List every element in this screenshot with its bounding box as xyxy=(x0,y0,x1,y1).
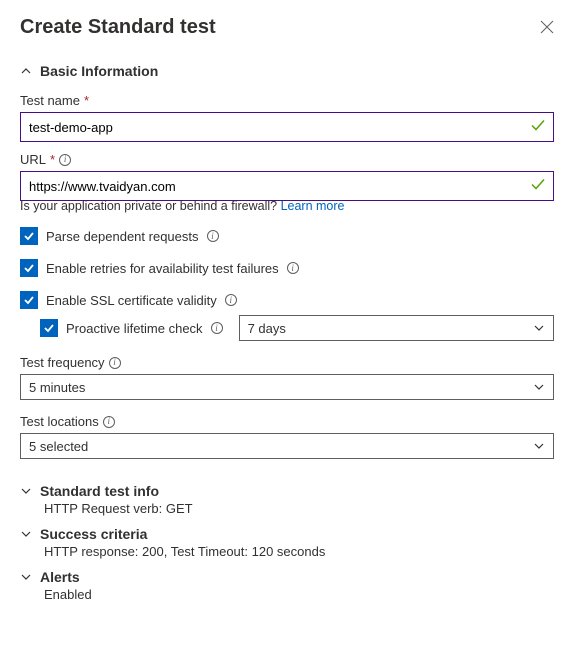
chevron-down-icon xyxy=(533,381,545,393)
section-toggle-alerts[interactable]: Alerts xyxy=(20,569,554,585)
info-icon[interactable]: i xyxy=(211,322,223,334)
test-locations-label: Test locations xyxy=(20,414,99,429)
proactive-check-label: Proactive lifetime check xyxy=(66,321,203,336)
info-icon[interactable]: i xyxy=(103,416,115,428)
firewall-helper-text: Is your application private or behind a … xyxy=(20,199,281,213)
test-name-label: Test name xyxy=(20,93,80,108)
chevron-down-icon xyxy=(20,528,32,540)
url-input[interactable] xyxy=(20,171,554,201)
enable-retries-label: Enable retries for availability test fai… xyxy=(46,261,279,276)
section-toggle-std[interactable]: Standard test info xyxy=(20,483,554,499)
required-marker: * xyxy=(50,152,55,167)
required-marker: * xyxy=(84,93,89,108)
test-name-input[interactable] xyxy=(20,112,554,142)
section-sub-std: HTTP Request verb: GET xyxy=(44,501,554,516)
info-icon[interactable]: i xyxy=(109,357,121,369)
test-frequency-value: 5 minutes xyxy=(29,380,85,395)
test-frequency-label: Test frequency xyxy=(20,355,105,370)
section-title-basic: Basic Information xyxy=(40,63,158,79)
ssl-validity-label: Enable SSL certificate validity xyxy=(46,293,217,308)
chevron-up-icon xyxy=(20,65,32,77)
info-icon[interactable]: i xyxy=(225,294,237,306)
test-locations-value: 5 selected xyxy=(29,439,88,454)
learn-more-link[interactable]: Learn more xyxy=(281,199,345,213)
section-title-alerts: Alerts xyxy=(40,569,80,585)
page-title: Create Standard test xyxy=(20,16,216,39)
chevron-down-icon xyxy=(20,485,32,497)
section-title-succ: Success criteria xyxy=(40,526,147,542)
proactive-lifetime-value: 7 days xyxy=(248,321,286,336)
parse-requests-label: Parse dependent requests xyxy=(46,229,199,244)
section-sub-succ: HTTP response: 200, Test Timeout: 120 se… xyxy=(44,544,554,559)
info-icon[interactable]: i xyxy=(59,154,71,166)
close-icon[interactable] xyxy=(540,16,554,34)
ssl-validity-checkbox[interactable] xyxy=(20,291,38,309)
section-sub-alerts: Enabled xyxy=(44,587,554,602)
section-toggle-succ[interactable]: Success criteria xyxy=(20,526,554,542)
info-icon[interactable]: i xyxy=(287,262,299,274)
info-icon[interactable]: i xyxy=(207,230,219,242)
chevron-down-icon xyxy=(533,440,545,452)
parse-requests-checkbox[interactable] xyxy=(20,227,38,245)
section-title-std: Standard test info xyxy=(40,483,159,499)
chevron-down-icon xyxy=(20,571,32,583)
enable-retries-checkbox[interactable] xyxy=(20,259,38,277)
test-frequency-select[interactable]: 5 minutes xyxy=(20,374,554,400)
chevron-down-icon xyxy=(533,322,545,334)
url-label: URL xyxy=(20,152,46,167)
test-locations-select[interactable]: 5 selected xyxy=(20,433,554,459)
proactive-lifetime-select[interactable]: 7 days xyxy=(239,315,554,341)
section-toggle-basic[interactable]: Basic Information xyxy=(20,63,554,79)
proactive-check-checkbox[interactable] xyxy=(40,319,58,337)
